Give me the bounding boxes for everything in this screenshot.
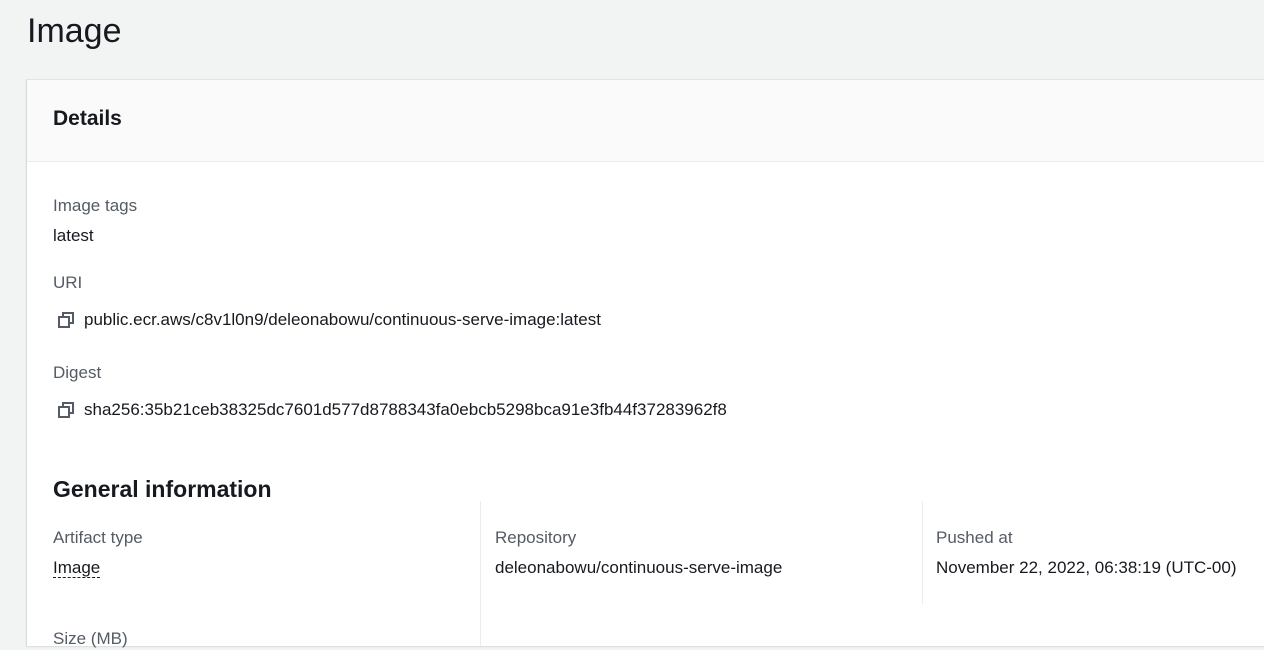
artifact-type-label: Artifact type — [53, 528, 143, 547]
page-title: Image — [27, 12, 122, 50]
details-panel: Details Image tags latest URI public.ecr… — [26, 79, 1264, 648]
artifact-type-value: Image — [53, 557, 101, 579]
repository-label: Repository — [495, 528, 577, 547]
image-tags-label: Image tags — [53, 196, 138, 215]
repository-value: deleonabowu/continuous-serve-image — [495, 558, 783, 577]
details-panel-header: Details — [27, 80, 1264, 162]
pushed-at-value: November 22, 2022, 06:38:19 (UTC-00) — [936, 558, 1237, 577]
column-divider — [480, 501, 481, 646]
pushed-at-label: Pushed at — [936, 528, 1013, 547]
image-tags-value: latest — [53, 226, 94, 245]
details-heading: Details — [53, 107, 122, 130]
column-divider — [922, 501, 923, 604]
uri-label: URI — [53, 273, 83, 292]
digest-label: Digest — [53, 363, 102, 382]
uri-value: public.ecr.aws/c8v1l0n9/deleonabowu/cont… — [84, 310, 601, 329]
digest-row: sha256:35b21ceb38325dc7601d577d8788343fa… — [57, 399, 727, 421]
copy-icon[interactable] — [57, 311, 75, 329]
uri-row: public.ecr.aws/c8v1l0n9/deleonabowu/cont… — [57, 309, 601, 331]
general-information-heading: General information — [53, 476, 272, 502]
digest-value: sha256:35b21ceb38325dc7601d577d8788343fa… — [84, 400, 727, 419]
size-label: Size (MB) — [53, 629, 128, 648]
artifact-type-link[interactable]: Image — [53, 558, 101, 578]
copy-icon[interactable] — [57, 401, 75, 419]
